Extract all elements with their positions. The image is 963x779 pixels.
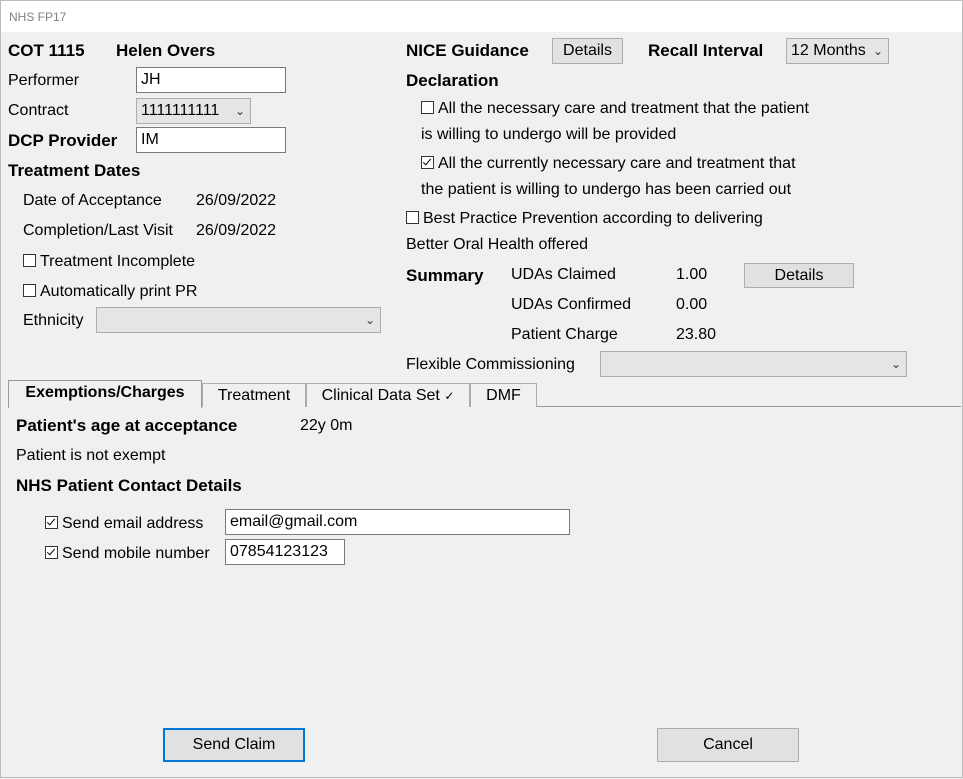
chevron-down-icon: ⌄ (364, 313, 375, 327)
acceptance-label: Date of Acceptance (23, 192, 162, 209)
age-label: Patient's age at acceptance (16, 416, 238, 435)
checkbox-icon (406, 211, 419, 224)
udas-confirmed-label: UDAs Confirmed (511, 296, 632, 313)
title-bar: NHS FP17 (0, 0, 963, 32)
declaration-1-line1: All the necessary care and treatment tha… (438, 100, 809, 117)
checkbox-checked-icon (421, 156, 434, 169)
best-practice-checkbox[interactable]: Best Practice Prevention according to de… (406, 210, 763, 228)
checkbox-icon (421, 101, 434, 114)
summary-heading: Summary (406, 266, 484, 285)
send-mobile-label: Send mobile number (62, 545, 210, 562)
recall-interval-value: 12 Months (791, 42, 866, 59)
age-value: 22y 0m (300, 417, 353, 434)
flexible-commissioning-label: Flexible Commissioning (406, 356, 575, 373)
cancel-button[interactable]: Cancel (657, 728, 799, 762)
checkbox-checked-icon (45, 546, 58, 559)
ethnicity-label: Ethnicity (23, 312, 84, 329)
patient-name: Helen Overs (116, 41, 216, 60)
contract-label: Contract (8, 102, 69, 119)
contract-select[interactable]: 1111111111 ⌄ (136, 98, 251, 124)
exempt-status: Patient is not exempt (16, 447, 166, 464)
chevron-down-icon: ⌄ (234, 104, 245, 118)
check-icon: ✓ (444, 389, 455, 403)
chevron-down-icon: ⌄ (872, 44, 883, 58)
tab-clinical-data-set[interactable]: Clinical Data Set ✓ (306, 383, 470, 407)
declaration-1-line2: is willing to undergo will be provided (421, 126, 677, 143)
cot-number: COT 1115 (8, 41, 85, 60)
recall-interval-label: Recall Interval (648, 41, 764, 60)
contact-details-heading: NHS Patient Contact Details (16, 476, 242, 495)
dcp-provider-label: DCP Provider (8, 131, 118, 150)
declaration-heading: Declaration (406, 71, 499, 90)
mobile-input[interactable]: 07854123123 (225, 539, 345, 565)
acceptance-value: 26/09/2022 (196, 192, 277, 209)
treatment-dates-heading: Treatment Dates (8, 161, 141, 180)
patient-charge-label: Patient Charge (511, 326, 618, 343)
performer-input[interactable]: JH (136, 67, 286, 93)
checkbox-icon (23, 284, 36, 297)
udas-claimed-value: 1.00 (676, 266, 708, 283)
dcp-provider-input[interactable]: IM (136, 127, 286, 153)
send-email-label: Send email address (62, 515, 204, 532)
flexible-commissioning-select[interactable]: ⌄ (600, 351, 907, 377)
send-mobile-checkbox[interactable]: Send mobile number (45, 545, 210, 563)
send-email-checkbox[interactable]: Send email address (45, 515, 203, 533)
best-practice-line2: Better Oral Health offered (406, 236, 589, 253)
completion-label: Completion/Last Visit (23, 222, 173, 239)
declaration-checkbox-2[interactable]: All the currently necessary care and tre… (421, 155, 796, 173)
ethnicity-select[interactable]: ⌄ (96, 307, 381, 333)
summary-details-button[interactable]: Details (744, 263, 854, 288)
checkbox-icon (23, 254, 36, 267)
auto-print-checkbox[interactable]: Automatically print PR (23, 283, 197, 301)
chevron-down-icon: ⌄ (890, 357, 901, 371)
declaration-2-line1: All the currently necessary care and tre… (438, 155, 796, 172)
window-title: NHS FP17 (9, 10, 67, 24)
nice-details-button[interactable]: Details (552, 38, 623, 64)
email-input[interactable]: email@gmail.com (225, 509, 570, 535)
udas-claimed-label: UDAs Claimed (511, 266, 616, 283)
udas-confirmed-value: 0.00 (676, 296, 708, 313)
completion-value: 26/09/2022 (196, 222, 277, 239)
contract-value: 1111111111 (141, 102, 220, 119)
declaration-checkbox-1[interactable]: All the necessary care and treatment tha… (421, 100, 809, 118)
auto-print-label: Automatically print PR (40, 283, 198, 300)
best-practice-line1: Best Practice Prevention according to de… (423, 210, 763, 227)
declaration-2-line2: the patient is willing to undergo has be… (421, 181, 792, 198)
tab-clinical-data-set-label: Clinical Data Set (321, 387, 440, 404)
treatment-incomplete-checkbox[interactable]: Treatment Incomplete (23, 253, 195, 271)
tab-dmf[interactable]: DMF (470, 383, 537, 407)
tab-treatment[interactable]: Treatment (202, 383, 306, 407)
checkbox-checked-icon (45, 516, 58, 529)
tab-exemptions-charges[interactable]: Exemptions/Charges (8, 380, 202, 408)
treatment-incomplete-label: Treatment Incomplete (40, 253, 196, 270)
nice-guidance-label: NICE Guidance (406, 41, 529, 60)
patient-charge-value: 23.80 (676, 326, 717, 343)
performer-label: Performer (8, 72, 80, 89)
recall-interval-select[interactable]: 12 Months ⌄ (786, 38, 889, 64)
send-claim-button[interactable]: Send Claim (163, 728, 305, 762)
